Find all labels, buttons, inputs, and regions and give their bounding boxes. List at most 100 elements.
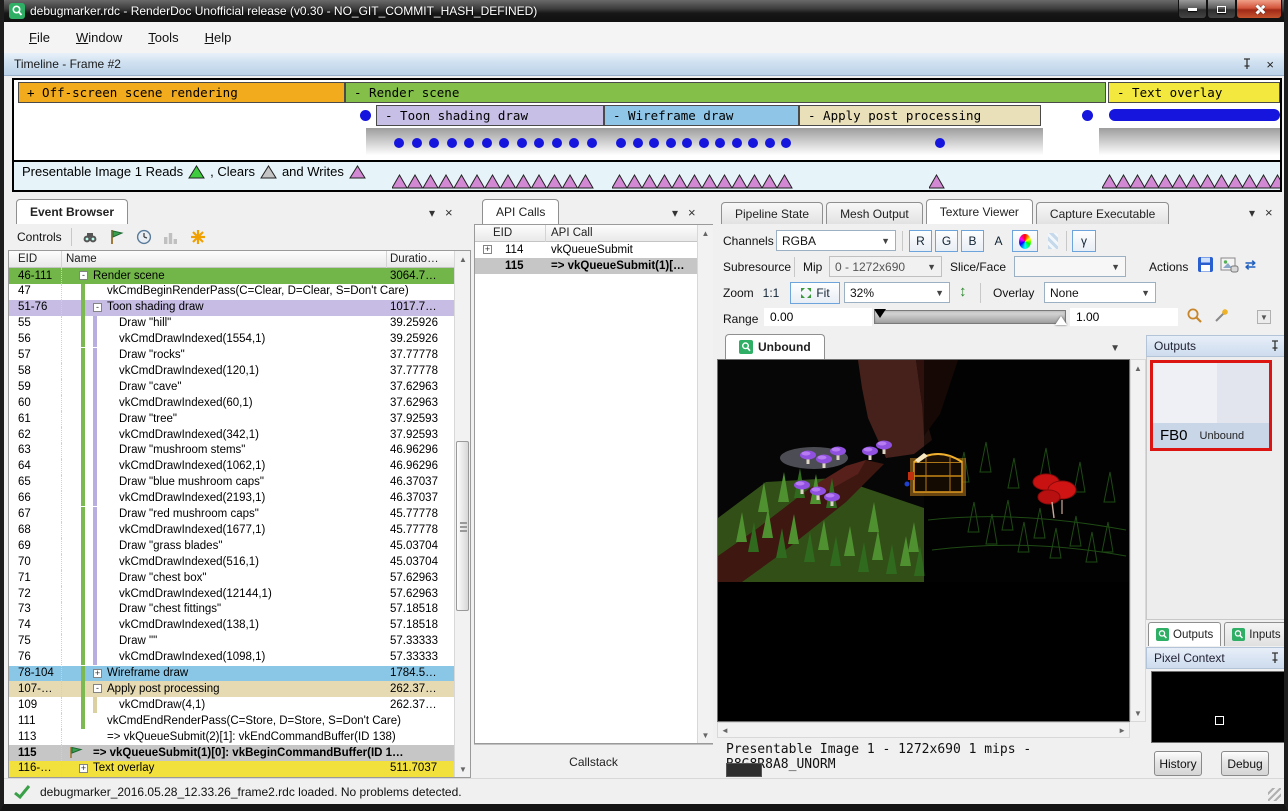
table-row[interactable]: 73Draw "chest fittings"57.18518 [9,602,454,618]
toolbar-overflow-icon[interactable]: ▼ [1257,310,1271,324]
timeline-bar-toon[interactable]: - Toon shading draw [376,105,604,126]
table-row[interactable]: 47vkCmdBeginRenderPass(C=Clear, D=Clear,… [9,284,454,300]
history-button[interactable]: History [1154,751,1202,776]
menu-help[interactable]: Help [194,26,243,49]
minimize-button[interactable] [1178,0,1207,19]
write-marker-triangles[interactable] [612,174,808,189]
draw-event-dot[interactable] [552,138,562,148]
range-slider[interactable] [874,310,1066,324]
maximize-button[interactable] [1207,0,1236,19]
tab-inputs[interactable]: Inputs [1224,622,1288,646]
draw-event-dot[interactable] [482,138,492,148]
dock-menu-icon[interactable]: ▾ [429,206,435,220]
menu-tools[interactable]: Tools [137,26,189,49]
zoom-range-icon[interactable] [1186,307,1204,330]
zoom-combo[interactable]: 32%▼ [844,282,950,303]
draw-event-dot[interactable] [464,138,474,148]
draw-event-dot[interactable] [447,138,457,148]
table-row[interactable]: 71Draw "chest box"57.62963 [9,570,454,586]
draw-event-dot[interactable] [715,138,725,148]
scroll-down-icon[interactable]: ▼ [455,761,471,777]
draw-event-dot[interactable] [682,138,692,148]
timeline-track[interactable]: + Off-screen scene rendering - Render sc… [12,78,1282,162]
event-browser-table[interactable]: EID Name Duratio… 46-111-Render scene306… [8,250,471,778]
table-row[interactable]: 64vkCmdDrawIndexed(1062,1)46.96296 [9,459,454,475]
table-row[interactable]: 116-…+Text overlay511.7037 [9,761,454,777]
tab-outputs[interactable]: Outputs [1148,622,1221,646]
table-row[interactable]: 113=> vkQueueSubmit(2)[1]: vkEndCommandB… [9,729,454,745]
menu-file[interactable]: File [18,26,61,49]
table-row[interactable]: 66vkCmdDrawIndexed(2193,1)46.37037 [9,491,454,507]
texture-list-chevron-icon[interactable]: ▼ [1110,343,1120,354]
tab-event-browser[interactable]: Event Browser [16,199,128,224]
texture-display-canvas[interactable] [717,359,1130,722]
timer-clock-icon[interactable] [135,228,153,246]
draw-event-dot[interactable] [765,138,775,148]
table-row[interactable]: 58vkCmdDrawIndexed(120,1)37.77778 [9,363,454,379]
draw-event-dot[interactable] [360,110,371,121]
column-name[interactable]: Name [66,253,97,265]
table-row[interactable]: 57Draw "rocks"37.77778 [9,348,454,364]
column-api-call[interactable]: API Call [551,227,593,239]
table-row[interactable]: 111vkCmdEndRenderPass(C=Store, D=Store, … [9,713,454,729]
tab-capture-executable[interactable]: Capture Executable [1036,202,1169,224]
timeline-bar-wireframe[interactable]: - Wireframe draw [604,105,799,126]
resize-grip[interactable] [1268,788,1281,801]
slice-face-combo[interactable]: ▼ [1014,256,1126,277]
column-duration[interactable]: Duratio… [390,253,439,265]
pin-icon[interactable] [1270,652,1280,664]
write-marker-triangles[interactable] [929,174,960,189]
table-row[interactable]: 78-104+Wireframe draw1784.5… [9,666,454,682]
scrollbar-thumb[interactable] [456,441,469,611]
table-row[interactable]: 56vkCmdDrawIndexed(1554,1)39.25926 [9,332,454,348]
draw-event-dot[interactable] [748,138,758,148]
zoom-1to1-button[interactable]: 1:1 [756,282,786,304]
fb0-thumbnail[interactable]: FB0 Unbound [1150,360,1272,451]
expand-icon[interactable]: + [93,669,102,678]
pixel-context-canvas[interactable] [1151,671,1286,743]
table-row[interactable]: 60vkCmdDrawIndexed(60,1)37.62963 [9,395,454,411]
draw-event-dot[interactable] [517,138,527,148]
overlay-combo[interactable]: None▼ [1044,282,1156,303]
table-row[interactable]: 109vkCmdDraw(4,1)262.37… [9,697,454,713]
table-row[interactable]: 72vkCmdDrawIndexed(12144,1)57.62963 [9,586,454,602]
api-call-row[interactable]: 115=> vkQueueSubmit(1)[… [475,258,697,274]
timeline-resource-usage-strip[interactable]: Presentable Image 1 Reads , Clears and W… [12,162,1282,192]
table-row[interactable]: 55Draw "hill"39.25926 [9,316,454,332]
pin-icon[interactable] [1270,340,1280,352]
texture-vscrollbar[interactable]: ▲ ▼ [1130,359,1146,722]
draw-event-dot[interactable] [732,138,742,148]
range-white-point-handle[interactable] [1055,316,1067,325]
scroll-down-icon[interactable]: ▼ [1131,705,1145,721]
tab-api-calls[interactable]: API Calls [482,199,559,224]
title-bar[interactable]: debugmarker.rdc - RenderDoc Unofficial r… [0,0,1288,22]
draw-event-dot[interactable] [412,138,422,148]
event-browser-scrollbar[interactable]: ▲ ▼ [454,251,471,777]
dock-close-icon[interactable]: × [1265,205,1273,220]
table-row[interactable]: 59Draw "cave"37.62963 [9,379,454,395]
table-row[interactable]: 68vkCmdDrawIndexed(1677,1)45.77778 [9,522,454,538]
draw-event-dot[interactable] [534,138,544,148]
flip-y-icon[interactable]: ↕ [959,283,967,300]
open-resource-icon[interactable]: ⇄ [1245,257,1256,273]
channel-red-toggle[interactable]: R [909,230,932,252]
range-min-field[interactable]: 0.00 [764,308,872,326]
timeline-bar-render-scene[interactable]: - Render scene [345,82,1106,103]
tab-unbound-texture[interactable]: Unbound [725,334,825,359]
debug-button[interactable]: Debug [1221,751,1269,776]
draw-event-dot[interactable] [587,138,597,148]
mip-combo[interactable]: 0 - 1272x690▼ [829,256,942,277]
draw-event-dot[interactable] [666,138,676,148]
tab-texture-viewer[interactable]: Texture Viewer [926,199,1033,224]
statistics-icon[interactable] [162,228,180,246]
save-icon[interactable] [1197,256,1215,279]
gamma-button[interactable]: γ [1072,230,1096,252]
expand-icon[interactable]: - [93,303,102,312]
close-button[interactable] [1236,0,1282,19]
draw-event-dot[interactable] [394,138,404,148]
bookmark-flag-icon[interactable] [108,228,126,246]
highlight-star-icon[interactable] [189,228,207,246]
channel-alpha-toggle[interactable]: A [987,230,1010,252]
expand-icon[interactable]: + [79,764,88,773]
table-row[interactable]: 70vkCmdDrawIndexed(516,1)45.03704 [9,554,454,570]
